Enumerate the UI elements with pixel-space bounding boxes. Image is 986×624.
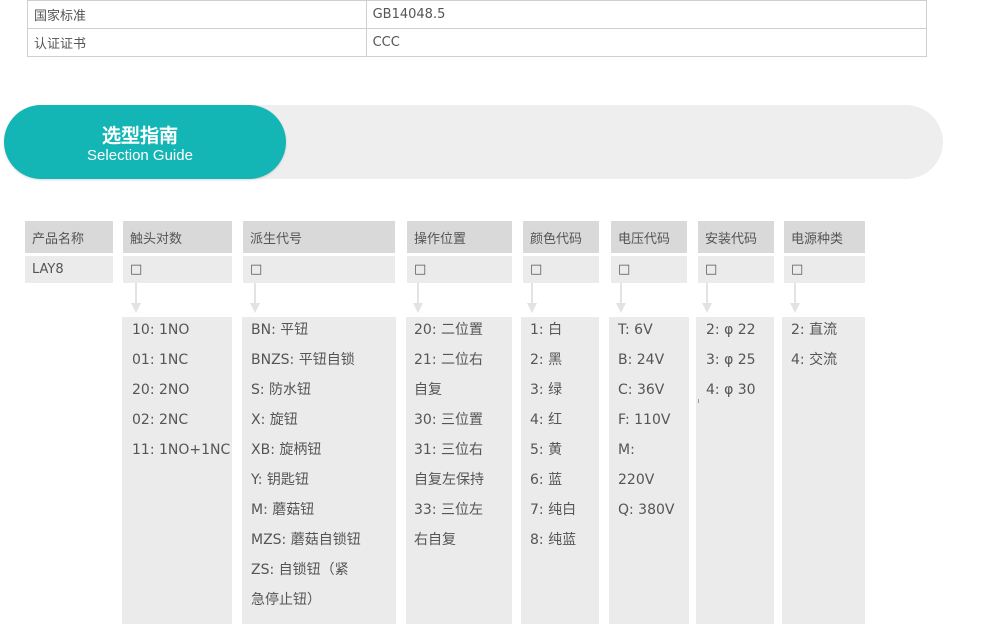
list-item: 自复 [414, 382, 442, 398]
list-item: 01: 1NC [132, 352, 189, 368]
list-item: 10: 1NO [132, 322, 190, 338]
options-list-variant: BN: 平钮 BNZS: 平钮自锁 S: 防水钮 X: 旋钮 XB: 旋柄钮 Y… [242, 317, 396, 624]
list-item: 4: 红 [530, 412, 563, 428]
list-item: 7: 纯白 [530, 502, 577, 518]
list-item: 11: 1NO+1NC [132, 442, 231, 458]
list-item: 20: 二位置 [414, 322, 483, 338]
options-list-color: 1: 白 2: 黑 3: 绿 4: 红 5: 黄 6: 蓝 7: 纯白 8: 纯… [521, 317, 599, 624]
options-list-contacts: 10: 1NO 01: 1NC 20: 2NO 02: 2NC 11: 1NO+… [122, 317, 232, 624]
list-item: 右自复 [414, 532, 456, 548]
spec-value: GB14048.5 [365, 0, 928, 29]
column-header-variant: 派生代号 [243, 221, 395, 253]
column-header-power: 电源种类 [784, 221, 865, 253]
spec-key: 认证证书 [27, 28, 367, 57]
list-item: 6: 蓝 [530, 472, 563, 488]
list-item: C: 36V [618, 382, 665, 398]
options-list-voltage: T: 6V B: 24V C: 36V F: 110V M: 220V Q: 3… [609, 317, 689, 624]
code-placeholder: □ [523, 256, 599, 283]
list-item: X: 旋钮 [251, 412, 298, 428]
list-item: 2: φ 22 [706, 322, 756, 338]
down-arrow-icon [527, 283, 537, 314]
column-header-contacts: 触头对数 [123, 221, 232, 253]
options-list-operation: 20: 二位置 21: 二位右 自复 30: 三位置 31: 三位右 自复左保持… [406, 317, 512, 624]
list-item: MZS: 蘑菇自锁钮 [251, 532, 361, 548]
list-item: 4: φ 30 [706, 382, 756, 398]
list-item: M: [618, 442, 635, 458]
options-list-power: 2: 直流 4: 交流 [782, 317, 865, 624]
column-header-color: 颜色代码 [523, 221, 599, 253]
list-item: BNZS: 平钮自锁 [251, 352, 355, 368]
spec-key: 国家标准 [27, 0, 367, 29]
list-item: 2: 直流 [791, 322, 838, 338]
list-item: 3: 绿 [530, 382, 563, 398]
list-item: 20: 2NO [132, 382, 190, 398]
spec-value: CCC [365, 28, 928, 57]
column-header-operation: 操作位置 [407, 221, 512, 253]
divider [698, 399, 699, 403]
list-item: S: 防水钮 [251, 382, 312, 398]
list-item: 3: φ 25 [706, 352, 756, 368]
section-subtitle: Selection Guide [87, 147, 193, 164]
list-item: 02: 2NC [132, 412, 189, 428]
down-arrow-icon [616, 283, 626, 314]
list-item: 自复左保持 [414, 472, 484, 488]
code-placeholder: □ [611, 256, 687, 283]
column-header-product-name: 产品名称 [25, 221, 113, 253]
product-model: LAY8 [25, 256, 113, 283]
list-item: Y: 钥匙钮 [251, 472, 309, 488]
spec-table: 国家标准 GB14048.5 认证证书 CCC [27, 0, 928, 57]
list-item: T: 6V [618, 322, 653, 338]
list-item: F: 110V [618, 412, 671, 428]
table-row: 国家标准 GB14048.5 [27, 0, 928, 29]
list-item: ZS: 自锁钮（紧 [251, 562, 349, 578]
list-item: 2: 黑 [530, 352, 563, 368]
code-placeholder: □ [698, 256, 774, 283]
down-arrow-icon [702, 283, 712, 314]
list-item: 4: 交流 [791, 352, 838, 368]
down-arrow-icon [413, 283, 423, 314]
down-arrow-icon [790, 283, 800, 314]
list-item: 21: 二位右 [414, 352, 483, 368]
code-placeholder: □ [123, 256, 232, 283]
list-item: BN: 平钮 [251, 322, 309, 338]
list-item: 5: 黄 [530, 442, 563, 458]
column-header-mounting: 安装代码 [698, 221, 774, 253]
section-title: 选型指南 [101, 125, 178, 147]
list-item: 30: 三位置 [414, 412, 483, 428]
table-row: 认证证书 CCC [27, 28, 928, 57]
list-item: 31: 三位右 [414, 442, 483, 458]
list-item: 8: 纯蓝 [530, 532, 577, 548]
column-header-voltage: 电压代码 [611, 221, 687, 253]
down-arrow-icon [250, 283, 260, 314]
code-placeholder: □ [243, 256, 395, 283]
down-arrow-icon [131, 283, 141, 314]
list-item: M: 蘑菇钮 [251, 502, 315, 518]
code-placeholder: □ [784, 256, 865, 283]
list-item: Q: 380V [618, 502, 675, 518]
options-list-mounting: 2: φ 22 3: φ 25 4: φ 30 [696, 317, 774, 624]
list-item: 220V [618, 472, 655, 488]
list-item: 1: 白 [530, 322, 563, 338]
list-item: 33: 三位左 [414, 502, 483, 518]
list-item: 急停止钮） [251, 592, 321, 608]
list-item: B: 24V [618, 352, 665, 368]
code-placeholder: □ [407, 256, 512, 283]
list-item: XB: 旋柄钮 [251, 442, 322, 458]
